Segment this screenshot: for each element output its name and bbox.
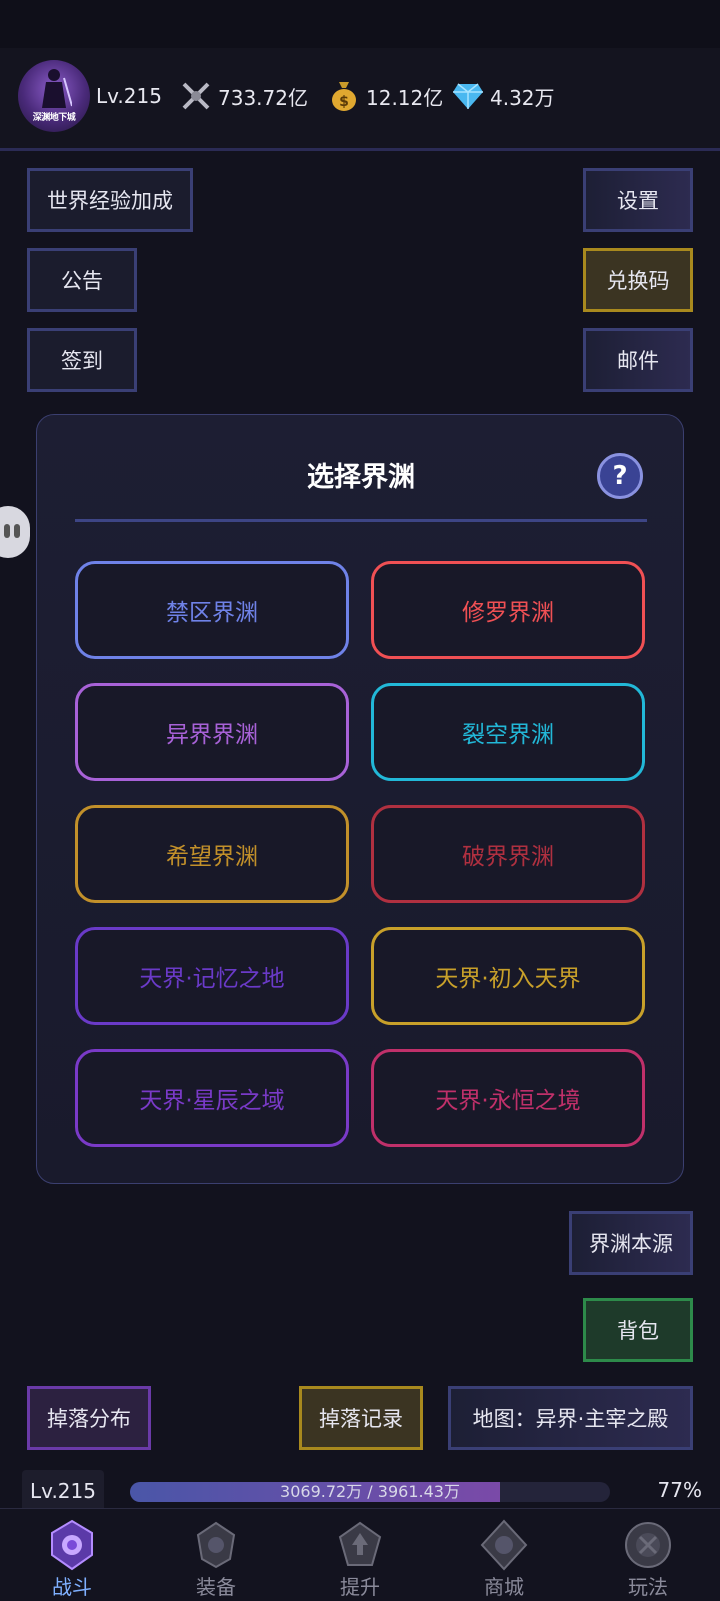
exp-level-badge: Lv.215 (22, 1470, 104, 1512)
player-header: 深渊地下城 Lv.215 733.72亿 $ 12.12亿 4.32万 (0, 48, 720, 151)
sign-in-button[interactable]: 签到 (27, 328, 137, 392)
abyss-option-asura[interactable]: 修罗界渊 (371, 561, 645, 659)
redeem-code-button[interactable]: 兑换码 (583, 248, 693, 312)
status-bar (0, 0, 720, 48)
nav-tab-upgrade[interactable]: 提升 (288, 1509, 432, 1601)
abyss-option-memory-land[interactable]: 天界·记忆之地 (75, 927, 349, 1025)
title-divider (75, 519, 647, 522)
abyss-option-label: 裂空界渊 (462, 722, 554, 748)
abyss-option-first-heaven[interactable]: 天界·初入天界 (371, 927, 645, 1025)
abyss-option-label: 希望界渊 (166, 844, 258, 870)
diamond-stat: 4.32万 (452, 78, 555, 114)
diamond-value: 4.32万 (490, 85, 555, 110)
gold-value: 12.12亿 (366, 85, 444, 110)
exp-percent: 77% (657, 1478, 702, 1502)
player-avatar[interactable]: 深渊地下城 (18, 60, 90, 132)
abyss-option-hope[interactable]: 希望界渊 (75, 805, 349, 903)
nav-label: 商城 (484, 1575, 524, 1599)
abyss-option-breach[interactable]: 破界界渊 (371, 805, 645, 903)
gold-stat: $ 12.12亿 (328, 78, 443, 114)
abyss-option-label: 天界·初入天界 (435, 966, 581, 992)
upgrade-emblem-icon (338, 1521, 382, 1566)
nav-tab-gameplay[interactable]: 玩法 (576, 1509, 720, 1601)
dialog-title: 选择界渊 (307, 462, 415, 493)
nav-tab-battle[interactable]: 战斗 (0, 1509, 144, 1601)
gameplay-emblem-icon (625, 1522, 671, 1568)
abyss-option-otherworld[interactable]: 异界界渊 (75, 683, 349, 781)
abyss-option-label: 禁区界渊 (166, 600, 258, 626)
abyss-option-label: 破界界渊 (462, 844, 554, 870)
settings-button[interactable]: 设置 (583, 168, 693, 232)
combat-power-value: 733.72亿 (218, 85, 308, 110)
notice-button[interactable]: 公告 (27, 248, 137, 312)
nav-tab-equipment[interactable]: 装备 (144, 1509, 288, 1601)
mail-button[interactable]: 邮件 (583, 328, 693, 392)
map-button[interactable]: 地图：异界·主宰之殿 (448, 1386, 693, 1450)
nav-label: 战斗 (52, 1575, 92, 1599)
abyss-option-label: 修罗界渊 (462, 600, 554, 626)
help-button[interactable]: ? (597, 453, 643, 499)
game-logo: 深渊地下城 (32, 113, 76, 123)
backpack-button[interactable]: 背包 (583, 1298, 693, 1362)
nav-label: 玩法 (628, 1575, 668, 1599)
shop-emblem-icon (480, 1519, 528, 1571)
abyss-option-star-domain[interactable]: 天界·星辰之域 (75, 1049, 349, 1147)
money-bag-icon: $ (328, 80, 360, 112)
battle-emblem-icon (51, 1519, 93, 1571)
equipment-emblem-icon (196, 1521, 236, 1569)
nav-tab-shop[interactable]: 商城 (432, 1509, 576, 1601)
swords-icon (180, 80, 212, 112)
abyss-source-button[interactable]: 界渊本源 (569, 1211, 693, 1275)
abyss-option-eternal-realm[interactable]: 天界·永恒之境 (371, 1049, 645, 1147)
abyss-select-dialog: 选择界渊 ? 禁区界渊 修罗界渊 异界界渊 裂空界渊 希望界渊 破界界渊 天界·… (36, 414, 684, 1184)
nav-label: 装备 (196, 1575, 236, 1599)
handle-dot-icon (4, 524, 10, 538)
abyss-option-restricted[interactable]: 禁区界渊 (75, 561, 349, 659)
drop-distribution-button[interactable]: 掉落分布 (27, 1386, 151, 1450)
world-exp-bonus-button[interactable]: 世界经验加成 (27, 168, 193, 232)
abyss-option-label: 异界界渊 (166, 722, 258, 748)
abyss-option-label: 天界·永恒之境 (435, 1088, 581, 1114)
abyss-option-label: 天界·记忆之地 (139, 966, 285, 992)
abyss-option-rift[interactable]: 裂空界渊 (371, 683, 645, 781)
bottom-nav: 战斗 装备 提升 商城 玩法 (0, 1508, 720, 1601)
player-level: Lv.215 (96, 84, 162, 108)
drop-record-button[interactable]: 掉落记录 (299, 1386, 423, 1450)
warrior-silhouette-icon (42, 69, 72, 108)
diamond-icon (452, 80, 484, 112)
nav-label: 提升 (340, 1575, 380, 1599)
floating-assist-button[interactable] (0, 506, 30, 558)
svg-text:$: $ (339, 94, 349, 110)
abyss-option-label: 天界·星辰之域 (139, 1088, 285, 1114)
combat-power-stat: 733.72亿 (180, 78, 308, 114)
handle-dot-icon (14, 524, 20, 538)
exp-progress-text: 3069.72万 / 3961.43万 (280, 1482, 460, 1501)
